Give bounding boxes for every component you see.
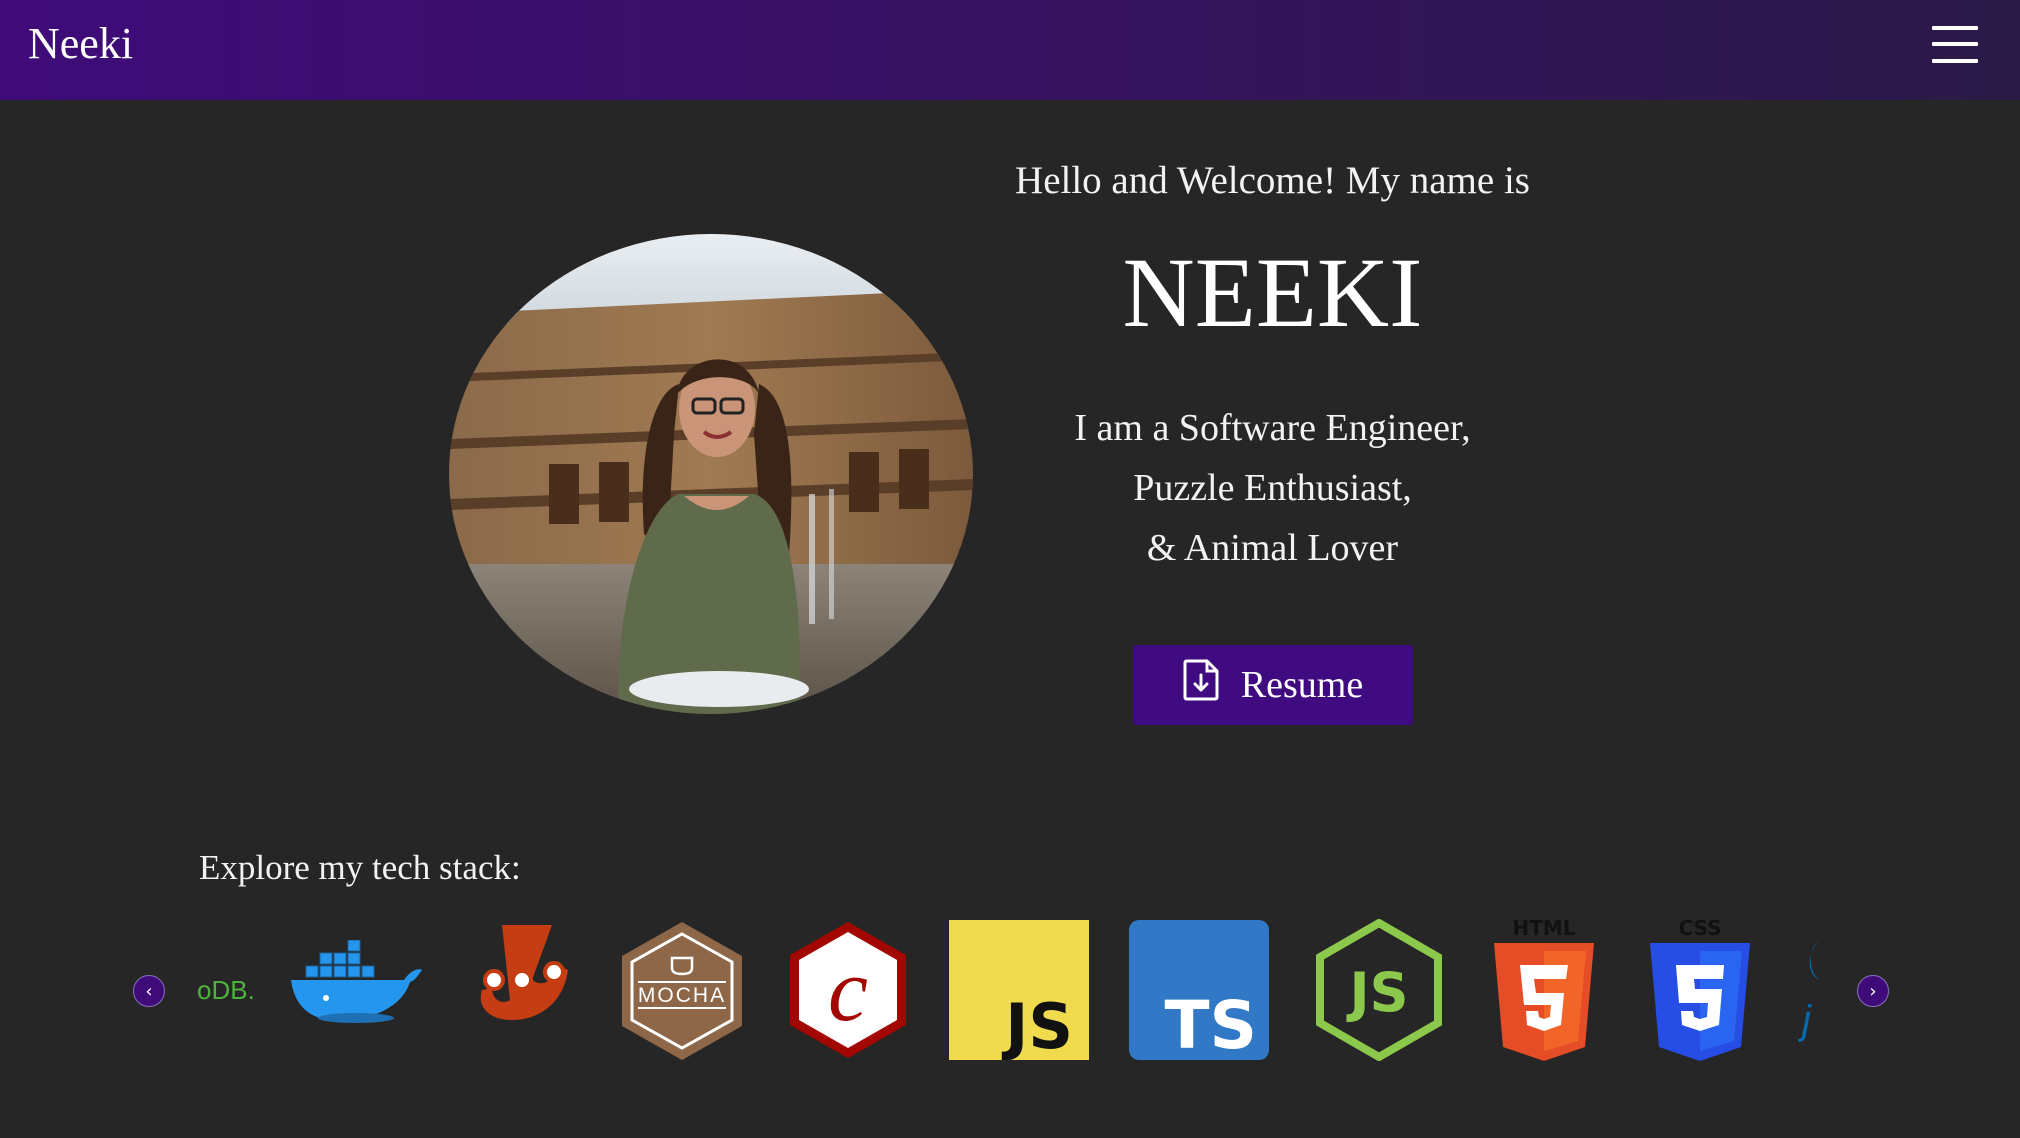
hero-name: NEEKI — [1122, 237, 1423, 348]
mongodb-logo[interactable]: oDB. — [197, 975, 255, 1006]
docker-logo[interactable] — [286, 939, 426, 1029]
chai-logo-text: c — [828, 941, 868, 1040]
css3-logo-text: CSS — [1679, 917, 1722, 940]
html5-logo-text: HTML — [1512, 917, 1575, 940]
jest-logo[interactable] — [472, 920, 572, 1029]
tagline-line: I am a Software Engineer, — [1074, 407, 1471, 449]
javascript-logo[interactable]: JS — [949, 920, 1089, 1064]
css3-logo[interactable]: CSS — [1648, 916, 1752, 1065]
hero-tagline: I am a Software Engineer, Puzzle Enthusi… — [950, 398, 1595, 578]
profile-photo — [449, 234, 973, 714]
mongodb-logo-text: oDB. — [197, 975, 255, 1005]
tech-stack-carousel: oDB. MOCHA c JS TS JS HTML CSS j — [194, 905, 1822, 1065]
jquery-logo[interactable]: j — [1797, 941, 1822, 1055]
chevron-left-icon[interactable]: ‹ — [133, 975, 165, 1007]
tagline-line: & Animal Lover — [1146, 527, 1399, 569]
jquery-logo-text: j — [1798, 998, 1812, 1042]
tech-stack-heading: Explore my tech stack: — [199, 848, 521, 887]
chevron-right-icon[interactable]: › — [1857, 975, 1889, 1007]
javascript-logo-text: JS — [1001, 990, 1073, 1060]
resume-label: Resume — [1240, 664, 1364, 706]
file-download-icon — [1183, 659, 1219, 711]
html5-logo[interactable]: HTML — [1492, 916, 1596, 1065]
nodejs-logo-text: JS — [1346, 961, 1409, 1024]
tagline-line: Puzzle Enthusiast, — [1133, 467, 1412, 509]
chai-logo[interactable]: c — [786, 920, 910, 1064]
navbar: Neeki — [0, 0, 2020, 100]
typescript-logo-text: TS — [1164, 987, 1257, 1060]
hamburger-menu-icon[interactable] — [1932, 26, 1978, 64]
nodejs-logo[interactable]: JS — [1314, 918, 1444, 1065]
resume-button[interactable]: Resume — [1133, 645, 1413, 725]
mocha-logo-text: MOCHA — [638, 984, 726, 1007]
mocha-logo[interactable]: MOCHA — [618, 920, 746, 1065]
brand-logo[interactable]: Neeki — [28, 18, 133, 69]
typescript-logo[interactable]: TS — [1129, 920, 1269, 1064]
greeting-text: Hello and Welcome! My name is — [1015, 159, 1530, 202]
